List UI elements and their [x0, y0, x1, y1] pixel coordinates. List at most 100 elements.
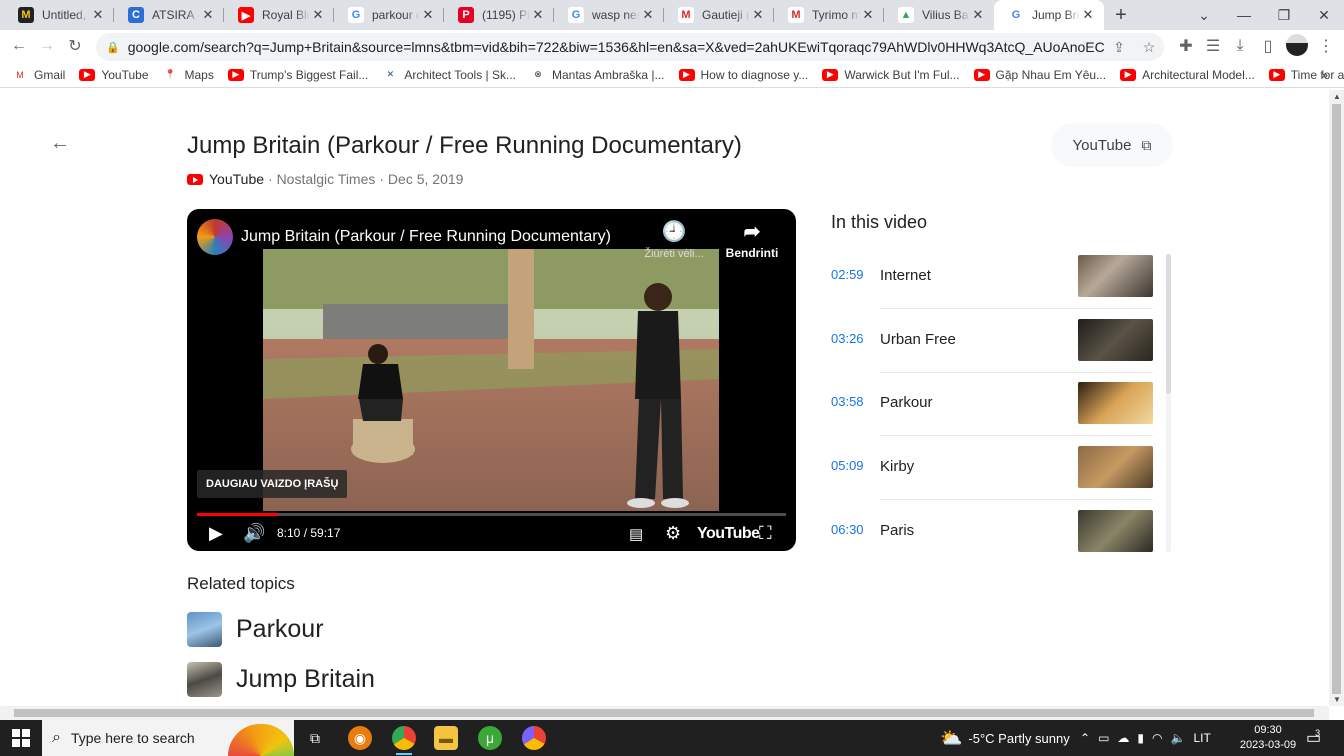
minimize-button[interactable]: —: [1224, 0, 1264, 30]
settings-gear-icon[interactable]: ⚙: [665, 523, 681, 544]
chapter-thumbnail[interactable]: [1078, 446, 1153, 489]
watch-later-button[interactable]: 🕘 Žiūrėti vėli...: [639, 219, 709, 260]
onedrive-cloud-icon[interactable]: ☁: [1117, 731, 1129, 745]
bookmark-item[interactable]: ▶ YouTube: [79, 68, 149, 82]
player-title[interactable]: Jump Britain (Parkour / Free Running Doc…: [241, 228, 611, 246]
browser-tab[interactable]: M Untitled, Or✕: [4, 0, 114, 30]
browser-tab[interactable]: C ATSIRA - Pr✕: [114, 0, 224, 30]
page-vertical-scrollbar[interactable]: ▲ ▼: [1329, 90, 1344, 706]
speaker-icon[interactable]: 🔈: [1171, 731, 1186, 745]
task-view-icon[interactable]: ⧉: [303, 726, 327, 750]
close-tab-icon[interactable]: ✕: [200, 7, 216, 23]
chapters-scrollbar[interactable]: [1166, 254, 1171, 552]
chapter-timestamp[interactable]: 03:58: [831, 394, 864, 409]
chapter-thumbnail[interactable]: [1078, 255, 1153, 297]
bookmark-item[interactable]: ▶ How to diagnose y...: [678, 68, 808, 82]
play-icon[interactable]: ▶: [209, 523, 223, 544]
forward-arrow-icon[interactable]: →: [33, 32, 61, 60]
browser-tab[interactable]: P (1195) Pinte✕: [444, 0, 554, 30]
kebab-menu-icon[interactable]: ⋮: [1312, 32, 1340, 60]
browser-tab[interactable]: G Jump Britai✕: [994, 0, 1104, 30]
more-videos-button[interactable]: DAUGIAU VAIZDO ĮRAŠŲ: [197, 470, 348, 498]
chrome-profile-icon[interactable]: [522, 726, 546, 750]
back-arrow-icon[interactable]: ←: [50, 132, 70, 155]
bookmark-star-icon[interactable]: ☆: [1134, 39, 1164, 56]
back-arrow-icon[interactable]: ←: [5, 32, 33, 60]
language-indicator[interactable]: LIT: [1193, 731, 1210, 745]
youtube-logo[interactable]: YouTube: [697, 525, 760, 543]
browser-tab[interactable]: ▲ Vilius Baran✕: [884, 0, 994, 30]
close-tab-icon[interactable]: ✕: [860, 7, 876, 23]
chrome-icon[interactable]: [392, 726, 416, 755]
bookmarks-overflow-icon[interactable]: »: [1321, 68, 1328, 82]
battery-icon[interactable]: ▮: [1137, 731, 1144, 745]
blender-icon[interactable]: ◉: [348, 726, 372, 750]
reload-icon[interactable]: ↻: [61, 32, 89, 60]
open-on-youtube-button[interactable]: YouTube ⧉: [1051, 123, 1173, 167]
video-player[interactable]: Jump Britain (Parkour / Free Running Doc…: [187, 209, 796, 551]
related-topic[interactable]: Jump Britain: [187, 662, 375, 697]
chapter-timestamp[interactable]: 02:59: [831, 267, 864, 282]
chapter-thumbnail[interactable]: [1078, 509, 1153, 552]
bookmark-item[interactable]: 📍 Maps: [162, 68, 214, 82]
share-button[interactable]: ➦ Bendrinti: [721, 219, 783, 260]
bookmark-item[interactable]: ✕ Architect Tools | Sk...: [382, 68, 516, 82]
channel-avatar[interactable]: [197, 219, 233, 255]
bookmark-item[interactable]: ▶ Warwick But I'm Ful...: [822, 68, 960, 82]
maximize-button[interactable]: ❐: [1264, 0, 1304, 30]
profile-avatar[interactable]: [1286, 34, 1308, 56]
wifi-icon[interactable]: ◠: [1152, 731, 1162, 745]
progress-bar[interactable]: [197, 513, 786, 516]
taskbar-search-box[interactable]: ⌕ Type here to search: [42, 720, 294, 756]
bookmark-item[interactable]: ▶ Trump's Biggest Fail...: [227, 68, 368, 82]
chapter-item[interactable]: 05:09 Kirby: [831, 446, 1153, 510]
chapter-timestamp[interactable]: 03:26: [831, 331, 864, 346]
new-tab-button[interactable]: +: [1104, 0, 1138, 30]
media-queue-icon[interactable]: ☰: [1199, 32, 1227, 60]
url-text[interactable]: google.com/search?q=Jump+Britain&source=…: [128, 39, 1104, 55]
chapter-item[interactable]: 02:59 Internet: [831, 255, 1153, 319]
fullscreen-icon[interactable]: ⛶: [759, 523, 772, 544]
browser-tab[interactable]: Gwasp nest ir✕: [554, 0, 664, 30]
windows-start-icon[interactable]: [12, 729, 30, 747]
extensions-puzzle-icon[interactable]: ✚: [1172, 32, 1200, 60]
bookmark-item[interactable]: M Gmail: [12, 68, 65, 82]
close-tab-icon[interactable]: ✕: [530, 7, 546, 23]
browser-tab[interactable]: M Gautieji (1 3✕: [664, 0, 774, 30]
taskbar-clock[interactable]: 09:30 2023-03-09: [1228, 723, 1308, 753]
chapter-timestamp[interactable]: 06:30: [831, 522, 864, 537]
notifications-button[interactable]: ▭ 3: [1306, 720, 1321, 756]
browser-tab[interactable]: ▶ Royal Blood✕: [224, 0, 334, 30]
file-explorer-icon[interactable]: ▬: [434, 726, 458, 750]
close-tab-icon[interactable]: ✕: [1080, 7, 1096, 23]
tab-search-icon[interactable]: ⌄: [1184, 0, 1224, 30]
chevron-up-icon[interactable]: ⌃: [1080, 731, 1090, 745]
device-icon[interactable]: ▭: [1098, 731, 1109, 745]
browser-tab[interactable]: M Tyrimo met✕: [774, 0, 884, 30]
bookmark-item[interactable]: ▶ Time for a little son...: [1268, 68, 1344, 82]
side-panel-icon[interactable]: ▯: [1254, 32, 1282, 60]
page-horizontal-scrollbar[interactable]: [0, 706, 1329, 720]
share-page-icon[interactable]: ⇪: [1104, 39, 1134, 56]
browser-tab[interactable]: Gparkour clin✕: [334, 0, 444, 30]
subtitles-icon[interactable]: ▤: [629, 525, 643, 543]
close-tab-icon[interactable]: ✕: [970, 7, 986, 23]
bookmark-item[interactable]: ▶ Architectural Model...: [1120, 68, 1255, 82]
utorrent-icon[interactable]: μ: [478, 726, 502, 750]
weather-widget[interactable]: ⛅ -5°C Partly sunny: [940, 720, 1070, 756]
download-icon[interactable]: ⤓: [1226, 32, 1254, 60]
close-tab-icon[interactable]: ✕: [90, 7, 106, 23]
related-topic[interactable]: Parkour: [187, 612, 324, 647]
chapter-item[interactable]: 03:58 Parkour: [831, 382, 1153, 446]
chapter-timestamp[interactable]: 05:09: [831, 458, 864, 473]
chapter-item[interactable]: 03:26 Urban Free: [831, 318, 1153, 383]
close-tab-icon[interactable]: ✕: [310, 7, 326, 23]
chapter-thumbnail[interactable]: [1078, 382, 1153, 425]
bookmark-item[interactable]: ⊗ Mantas Ambraška |...: [530, 68, 665, 82]
close-tab-icon[interactable]: ✕: [420, 7, 436, 23]
bookmark-item[interactable]: ▶ Gặp Nhau Em Yêu...: [973, 68, 1106, 82]
close-tab-icon[interactable]: ✕: [640, 7, 656, 23]
close-window-button[interactable]: ✕: [1304, 0, 1344, 30]
address-bar[interactable]: 🔒 google.com/search?q=Jump+Britain&sourc…: [96, 33, 1164, 61]
chapter-thumbnail[interactable]: [1078, 318, 1153, 361]
